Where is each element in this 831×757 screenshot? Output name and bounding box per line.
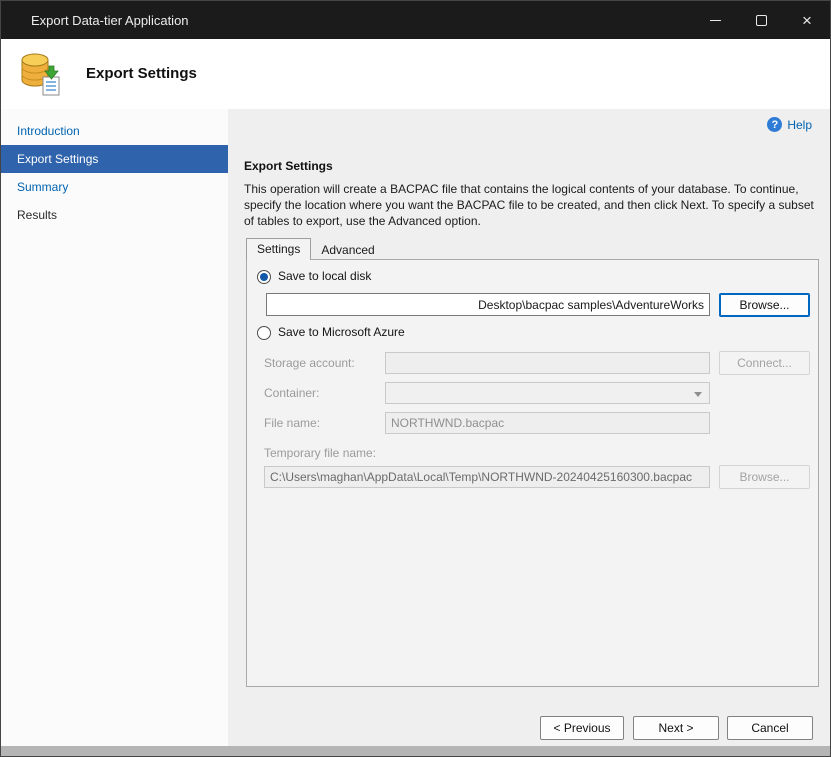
storage-account-input [385, 352, 710, 374]
export-dialog-window: Export Data-tier Application × Export Se… [0, 0, 831, 757]
sidebar-item-results[interactable]: Results [1, 201, 228, 229]
titlebar[interactable]: Export Data-tier Application × [1, 1, 830, 39]
window-title: Export Data-tier Application [1, 13, 189, 28]
close-icon: × [802, 12, 812, 29]
export-dacpac-icon [14, 49, 64, 99]
window-bottom-edge [1, 746, 830, 756]
save-azure-label: Save to Microsoft Azure [278, 325, 405, 339]
wizard-steps-sidebar: Introduction Export Settings Summary Res… [1, 109, 228, 746]
cancel-button[interactable]: Cancel [727, 716, 813, 740]
tab-advanced[interactable]: Advanced [311, 241, 384, 260]
wizard-header: Export Settings [1, 39, 830, 110]
save-local-disk-radio[interactable] [257, 270, 271, 284]
section-title: Export Settings [244, 159, 333, 173]
container-label: Container: [264, 386, 319, 400]
help-link[interactable]: ? Help [767, 117, 812, 132]
save-azure-radio[interactable] [257, 326, 271, 340]
next-button[interactable]: Next > [633, 716, 719, 740]
file-name-input [385, 412, 710, 434]
previous-button[interactable]: < Previous [540, 716, 624, 740]
help-icon: ? [767, 117, 782, 132]
close-button[interactable]: × [784, 1, 830, 39]
chevron-down-icon [694, 392, 702, 397]
maximize-button[interactable] [738, 1, 784, 39]
browse-temp-button: Browse... [719, 465, 810, 489]
section-description: This operation will create a BACPAC file… [244, 181, 820, 229]
minimize-button[interactable] [692, 1, 738, 39]
window-controls: × [692, 1, 830, 39]
file-name-label: File name: [264, 416, 320, 430]
temp-file-input [264, 466, 710, 488]
sidebar-item-summary[interactable]: Summary [1, 173, 228, 201]
maximize-icon [756, 15, 767, 26]
settings-tab-panel: Save to local disk Browse... Save to Mic… [246, 259, 819, 687]
help-label: Help [787, 118, 812, 132]
save-local-disk-label: Save to local disk [278, 269, 371, 283]
container-dropdown [385, 382, 710, 404]
wizard-content: ? Help Export Settings This operation wi… [228, 109, 830, 746]
temp-file-name-label: Temporary file name: [264, 446, 376, 460]
connect-button: Connect... [719, 351, 810, 375]
tab-strip: Settings Advanced [246, 238, 385, 260]
sidebar-item-introduction[interactable]: Introduction [1, 117, 228, 145]
wizard-page-title: Export Settings [86, 65, 197, 82]
tab-settings[interactable]: Settings [246, 238, 311, 260]
browse-local-button[interactable]: Browse... [719, 293, 810, 317]
minimize-icon [710, 20, 721, 21]
sidebar-item-export-settings[interactable]: Export Settings [1, 145, 228, 173]
local-path-input[interactable] [266, 293, 710, 316]
storage-account-label: Storage account: [264, 356, 355, 370]
